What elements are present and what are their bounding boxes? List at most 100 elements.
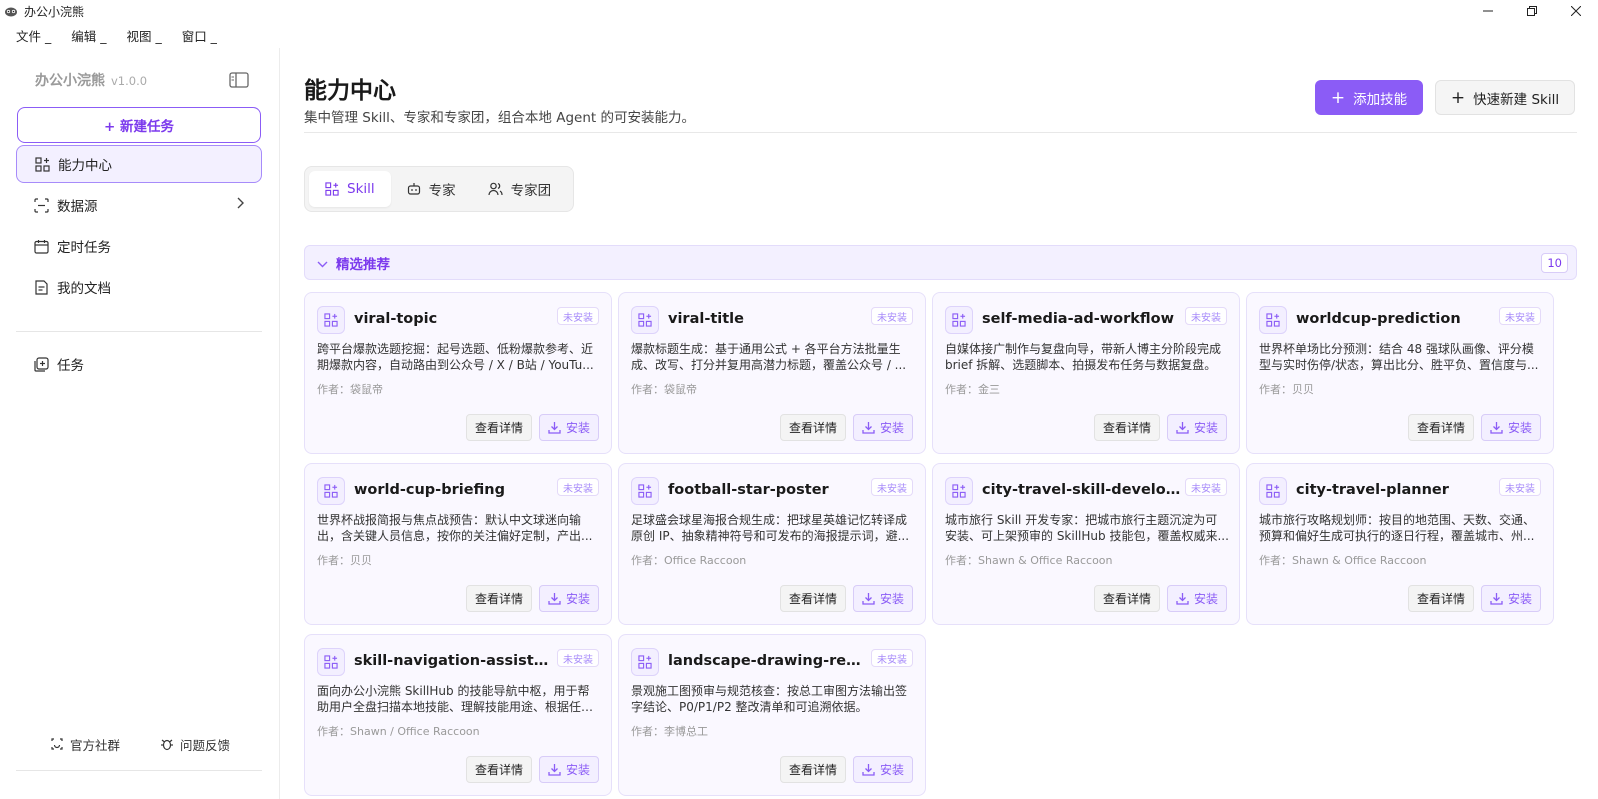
category-tabs: Skill 专家 专家团	[304, 166, 574, 212]
view-details-button[interactable]: 查看详情	[1407, 414, 1474, 441]
sidebar-item-label: 我的文档	[57, 281, 111, 297]
view-details-button[interactable]: 查看详情	[1407, 585, 1474, 612]
install-status-badge: 未安装	[557, 649, 599, 667]
menu-window[interactable]: 窗口 _	[182, 26, 217, 45]
window-titlebar: 办公小浣熊	[0, 0, 1598, 22]
skill-description: 跨平台爆款选题挖掘：起号选题、低粉爆款参考、近期爆款内容，自动路由到公众号 / …	[317, 342, 594, 372]
skill-author: 作者：贝贝	[317, 554, 372, 567]
minimize-button[interactable]	[1466, 0, 1510, 22]
close-icon	[1571, 6, 1581, 16]
skill-card[interactable]: self-media-ad-workflow 未安装 自媒体接广制作与复盘向导，带新…	[932, 292, 1240, 454]
install-button[interactable]: 安装	[852, 414, 913, 441]
header-divider	[304, 132, 1577, 133]
skill-icon	[1259, 306, 1287, 334]
install-button[interactable]: 安装	[852, 585, 913, 612]
sidebar-item-label: 数据源	[57, 199, 98, 215]
feedback-button[interactable]: 问题反馈	[160, 735, 230, 754]
add-skill-button[interactable]: + 添加技能	[1315, 80, 1423, 115]
view-details-button[interactable]: 查看详情	[465, 585, 532, 612]
install-button[interactable]: 安装	[1480, 585, 1541, 612]
quick-new-skill-label: 快速新建 Skill	[1473, 91, 1560, 108]
featured-section-header[interactable]: 精选推荐 10	[304, 245, 1577, 280]
feedback-label: 问题反馈	[179, 737, 230, 753]
view-details-button[interactable]: 查看详情	[1093, 585, 1160, 612]
sidebar-item-tasks[interactable]: 任务	[16, 345, 262, 383]
install-button[interactable]: 安装	[538, 414, 599, 441]
sidebar-item-scheduled-tasks[interactable]: 定时任务	[16, 227, 262, 265]
skill-name: city-travel-skill-developer	[982, 482, 1182, 498]
skill-name: self-media-ad-workflow	[982, 311, 1175, 327]
tab-label: 专家团	[510, 183, 552, 199]
menu-file[interactable]: 文件 _	[16, 26, 51, 45]
install-button[interactable]: 安装	[538, 585, 599, 612]
skill-name: viral-title	[668, 311, 744, 327]
view-details-button[interactable]: 查看详情	[779, 414, 846, 441]
chevron-right-icon	[236, 197, 244, 213]
skill-card[interactable]: worldcup-prediction 未安装 世界杯单场比分预测：结合 48 强球…	[1246, 292, 1554, 454]
brand-version: v1.0.0	[111, 74, 148, 88]
install-button[interactable]: 安装	[1480, 414, 1541, 441]
download-icon	[548, 593, 561, 605]
tab-expert-team[interactable]: 专家团	[472, 171, 568, 207]
install-label: 安装	[565, 592, 590, 606]
skill-card[interactable]: viral-title 未安装爆款标题生成：基于通用公式 + 各平台方法批量生成、…	[618, 292, 926, 454]
skill-card[interactable]: skill-navigation-assistant-sl未安装面向办公小浣熊 …	[304, 634, 612, 796]
card-actions: 查看详情 安装	[465, 585, 599, 612]
skill-card[interactable]: world-cup-briefing 未安装 世界杯战报简报与焦点战预告：默认中文球…	[304, 463, 612, 625]
close-button[interactable]	[1554, 0, 1598, 22]
install-status-badge: 未安装	[1185, 307, 1227, 325]
skill-icon	[317, 648, 345, 676]
tab-skill[interactable]: Skill	[309, 171, 391, 207]
install-button[interactable]: 安装	[852, 756, 913, 783]
restore-button[interactable]	[1510, 0, 1554, 22]
skill-author: 作者：贝贝	[1259, 383, 1314, 396]
menu-view[interactable]: 视图 _	[126, 26, 161, 45]
skill-card[interactable]: viral-topic 未安装 跨平台爆款选题挖掘：起号选题、低粉爆款参考、近期爆款…	[304, 292, 612, 454]
skill-icon	[317, 306, 345, 334]
view-details-button[interactable]: 查看详情	[779, 585, 846, 612]
skill-description: 爆款标题生成：基于通用公式 + 各平台方法批量生成、改写、打分并复用高潜力标题，…	[631, 342, 907, 372]
community-icon	[51, 738, 63, 750]
view-details-button[interactable]: 查看详情	[779, 756, 846, 783]
skill-icon	[1259, 477, 1287, 505]
window-title: 办公小浣熊	[24, 4, 85, 19]
plus-icon: +	[1450, 87, 1466, 108]
skill-card[interactable]: city-travel-planner 未安装 城市旅行攻略规划师：按目的地范围、天…	[1246, 463, 1554, 625]
community-button[interactable]: 官方社群	[50, 735, 120, 754]
download-icon	[548, 422, 561, 434]
skill-description: 面向办公小浣熊 SkillHub 的技能导航中枢，用于帮助用户全盘扫描本地技能、…	[317, 684, 590, 714]
view-details-button[interactable]: 查看详情	[1093, 414, 1160, 441]
skill-card[interactable]: city-travel-skill-developer 未安装 城市旅行 Skill…	[932, 463, 1240, 625]
install-button[interactable]: 安装	[1166, 585, 1227, 612]
page-title: 能力中心	[304, 78, 396, 104]
sidebar-collapse-icon[interactable]	[229, 72, 249, 88]
card-actions: 查看详情 安装	[779, 585, 913, 612]
sidebar-divider	[16, 331, 262, 332]
new-task-button[interactable]: + 新建任务	[17, 107, 261, 143]
install-status-badge: 未安装	[871, 307, 913, 325]
install-button[interactable]: 安装	[1166, 414, 1227, 441]
download-icon	[1176, 422, 1189, 434]
section-count-badge: 10	[1541, 253, 1568, 273]
sidebar-item-my-documents[interactable]: 我的文档	[16, 268, 262, 306]
skill-icon	[317, 477, 345, 505]
install-status-badge: 未安装	[557, 307, 599, 325]
skill-card[interactable]: football-star-poster 未安装 足球盛会球星海报合规生成：把球星英…	[618, 463, 926, 625]
install-label: 安装	[1507, 592, 1532, 606]
skill-card[interactable]: landscape-drawing-review...未安装景观施工图预审与规范…	[618, 634, 926, 796]
restore-icon	[1527, 6, 1537, 16]
sidebar-item-label: 任务	[57, 358, 84, 374]
menu-edit[interactable]: 编辑 _	[71, 26, 106, 45]
download-icon	[862, 422, 875, 434]
menubar: 文件 _ 编辑 _ 视图 _ 窗口 _	[0, 22, 1598, 48]
install-label: 安装	[565, 763, 590, 777]
install-button[interactable]: 安装	[538, 756, 599, 783]
skill-icon	[945, 477, 973, 505]
sidebar-item-capability-center[interactable]: 能力中心	[16, 145, 262, 183]
quick-new-skill-button[interactable]: + 快速新建 Skill	[1435, 80, 1575, 115]
add-skill-label: 添加技能	[1353, 91, 1408, 108]
tab-expert[interactable]: 专家	[391, 171, 472, 207]
sidebar-item-datasource[interactable]: 数据源	[16, 186, 262, 224]
view-details-button[interactable]: 查看详情	[465, 414, 532, 441]
view-details-button[interactable]: 查看详情	[465, 756, 532, 783]
